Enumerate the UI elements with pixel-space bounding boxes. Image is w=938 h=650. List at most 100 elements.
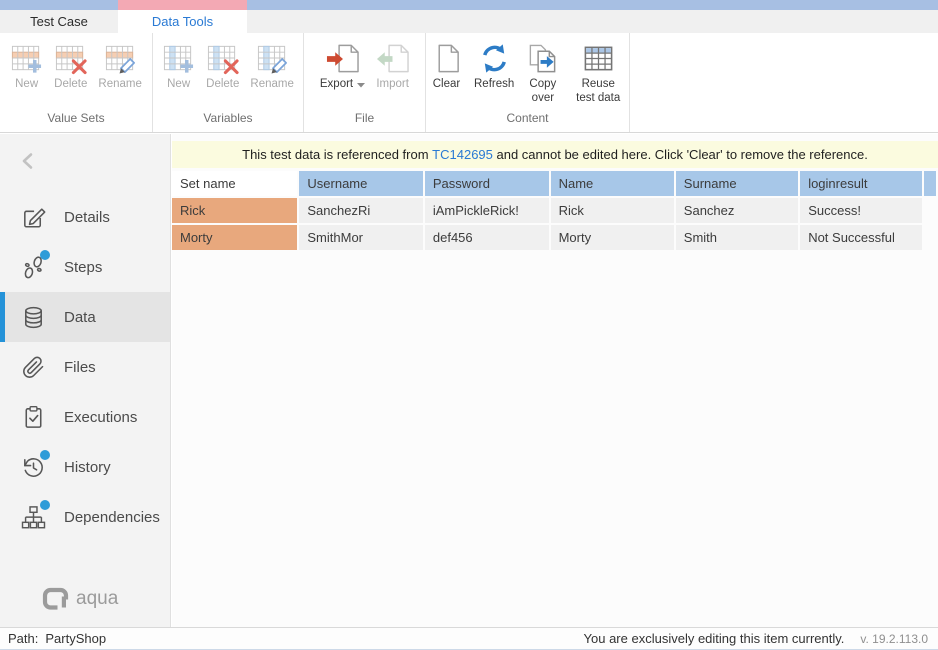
path-value: PartyShop [45,631,106,646]
column-header-name[interactable]: Name [551,171,674,196]
aqua-test-case-window: Test Case Data Tools New Delete Rename V… [0,0,938,650]
sidebar-item-label: Steps [64,259,102,276]
valueset-new-icon [10,42,43,75]
editing-status-message: You are exclusively editing this item cu… [584,631,845,646]
table-row: Morty SmithMor def456 Morty Smith Not Su… [172,225,936,250]
table-cell-stub [924,225,936,250]
column-header-username[interactable]: Username [299,171,422,196]
export-icon [326,42,359,75]
clipboard-check-icon [20,404,47,431]
column-header-loginresult[interactable]: loginresult [800,171,922,196]
export-button[interactable]: Export [316,40,369,94]
variable-rename-icon [256,42,289,75]
ribbon-group-variables: New Delete Rename Variables [152,33,303,132]
dropdown-caret-icon [357,82,365,88]
sidebar-nav: Details Steps [0,192,170,542]
ribbon-group-file: Export Import File [303,33,425,132]
button-label: Import [376,78,409,92]
paperclip-icon [20,354,47,381]
sidebar-item-files[interactable]: Files [0,342,170,392]
group-label-content: Content [426,111,629,132]
aqua-logo-icon [42,585,69,612]
table-cell[interactable]: SmithMor [299,225,422,250]
valueset-rename-button[interactable]: Rename [94,40,145,94]
window-top-strip [0,0,938,10]
button-label: Reuse test data [571,78,625,105]
table-row: Rick SanchezRi iAmPickleRick! Rick Sanch… [172,198,936,223]
column-header-stub [924,171,936,196]
column-header-set-name[interactable]: Set name [172,171,297,196]
sidebar-item-details[interactable]: Details [0,192,170,242]
table-cell[interactable]: Morty [551,225,674,250]
clear-button[interactable]: Clear [426,40,467,94]
table-cell-stub [924,198,936,223]
group-label-value-sets: Value Sets [0,111,152,132]
sidebar-item-label: History [64,459,111,476]
footsteps-icon [20,254,47,281]
button-label: Copy over [525,78,560,105]
table-cell[interactable]: Rick [551,198,674,223]
variable-new-button[interactable]: New [158,40,199,94]
tab-test-case[interactable]: Test Case [0,10,118,33]
refresh-button[interactable]: Refresh [470,40,518,94]
button-label: Clear [433,78,460,92]
table-header-row: Set name Username Password Name Surname … [172,171,936,196]
reference-banner: This test data is referenced from TC1426… [172,141,938,168]
import-button[interactable]: Import [372,40,413,94]
group-label-file: File [304,111,425,132]
sidebar-item-label: Details [64,209,110,226]
column-header-password[interactable]: Password [425,171,549,196]
test-data-table: Set name Username Password Name Surname … [172,169,938,252]
button-label: New [15,78,38,92]
variable-delete-icon [206,42,239,75]
valueset-rename-icon [104,42,137,75]
tab-data-tools[interactable]: Data Tools [118,10,247,33]
aqua-logo: aqua [42,585,118,612]
table-cell[interactable]: SanchezRi [299,198,422,223]
refresh-icon [478,42,511,75]
table-cell[interactable]: Sanchez [676,198,798,223]
button-label: Rename [250,78,293,92]
sidebar-item-history[interactable]: History [0,442,170,492]
set-name-cell[interactable]: Rick [172,198,297,223]
notification-dot [40,250,50,260]
valueset-new-button[interactable]: New [6,40,47,94]
ribbon: New Delete Rename Value Sets New [0,33,938,133]
aqua-logo-text: aqua [76,588,118,610]
column-header-surname[interactable]: Surname [676,171,798,196]
copy-over-button[interactable]: Copy over [521,40,564,107]
table-cell[interactable]: Not Successful [800,225,922,250]
referenced-testcase-link[interactable]: TC142695 [432,147,493,162]
table-cell[interactable]: def456 [425,225,549,250]
sidebar-item-data[interactable]: Data [0,292,170,342]
notification-dot [40,500,50,510]
button-label: Delete [206,78,239,92]
table-cell[interactable]: Smith [676,225,798,250]
variable-rename-button[interactable]: Rename [246,40,297,94]
edit-icon [20,204,47,231]
button-label: New [167,78,190,92]
collapse-sidebar-icon[interactable] [18,150,40,172]
sidebar: Details Steps [0,134,171,628]
sidebar-item-executions[interactable]: Executions [0,392,170,442]
table-cell[interactable]: iAmPickleRick! [425,198,549,223]
reuse-test-data-button[interactable]: Reuse test data [567,40,629,107]
sidebar-item-steps[interactable]: Steps [0,242,170,292]
banner-text: and cannot be edited here. Click 'Clear'… [493,147,868,162]
org-chart-icon [20,504,47,531]
ribbon-group-value-sets: New Delete Rename Value Sets [0,33,152,132]
set-name-cell[interactable]: Morty [172,225,297,250]
import-icon [376,42,409,75]
button-label: Refresh [474,78,514,92]
active-tab-accent [118,0,247,10]
path-label: Path: [8,631,38,646]
variable-delete-button[interactable]: Delete [202,40,243,94]
sidebar-item-label: Dependencies [64,509,160,526]
sidebar-item-dependencies[interactable]: Dependencies [0,492,170,542]
notification-dot [40,450,50,460]
ribbon-tab-bar: Test Case Data Tools [0,10,938,33]
sidebar-item-label: Data [64,309,96,326]
table-cell[interactable]: Success! [800,198,922,223]
history-icon [20,454,47,481]
valueset-delete-button[interactable]: Delete [50,40,91,94]
